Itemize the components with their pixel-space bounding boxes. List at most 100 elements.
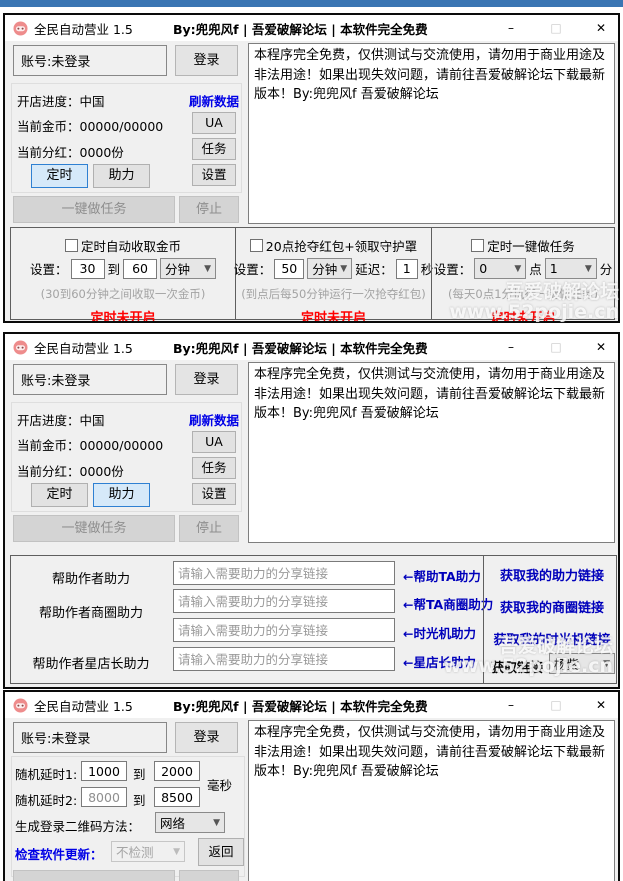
boost-link-input-2[interactable] (173, 589, 395, 613)
main-window-timer: 全民自动营业 1.5 By:兜兜风f | 吾爱破解论坛 | 本软件完全免费 – … (3, 13, 620, 323)
dividend-label: 当前分红：0000份 (17, 142, 124, 161)
settings-button[interactable]: 设置 (192, 164, 236, 186)
window-byline: By:兜兜风f | 吾爱破解论坛 | 本软件完全免费 (173, 19, 428, 38)
refresh-data-link[interactable]: 刷新数据 (189, 91, 239, 110)
tab-timer[interactable]: 定时 (31, 164, 88, 188)
coins-timer-status: 定时未开启 (11, 307, 235, 323)
minimize-icon[interactable]: – (502, 15, 520, 41)
boost-panel: 帮助作者助力 帮助作者商圈助力 帮助作者星店长助力 ←帮助TA助力 ←帮TA商圈… (10, 555, 617, 684)
onekey-timer-checkbox[interactable] (471, 239, 484, 252)
coins-from-input[interactable] (71, 259, 105, 279)
delay2-from-input[interactable] (81, 787, 127, 807)
ua-button[interactable]: UA (192, 431, 236, 453)
dividend-label: 当前分红：0000份 (17, 461, 124, 480)
boost-row-label: 帮助作者星店长助力 (11, 653, 171, 672)
stop-button[interactable]: 停止 (179, 196, 239, 223)
screenshot-canvas: 全民自动营业 1.5 By:兜兜风f | 吾爱破解论坛 | 本软件完全免费 – … (0, 0, 623, 881)
redpacket-interval-input[interactable] (274, 259, 304, 279)
notice-textbox: 本程序完全免费，仅供测试与交流使用，请勿用于商业用途及非法用途！如果出现失效问题… (248, 43, 615, 224)
tab-timer[interactable]: 定时 (31, 483, 88, 507)
close-icon[interactable]: ✕ (592, 692, 610, 718)
shop-progress-label: 开店进度：中国 (17, 91, 105, 110)
onekey-task-button[interactable]: 一键做任务 (13, 196, 175, 223)
boost-link-input-3[interactable] (173, 618, 395, 642)
login-button[interactable]: 登录 (175, 45, 238, 76)
onekey-timer-hint: (每天0点1分执行一键做任务) (432, 286, 614, 302)
app-icon (13, 340, 28, 355)
main-window-boost: 全民自动营业 1.5 By:兜兜风f | 吾爱破解论坛 | 本软件完全免费 – … (3, 332, 620, 689)
account-status-box: 账号:未登录 (13, 45, 167, 76)
minimize-icon[interactable]: – (502, 692, 520, 718)
onekey-hour-select[interactable]: 0 ▼ (474, 258, 526, 279)
login-button[interactable]: 登录 (175, 364, 238, 395)
task-button[interactable]: 任务 (192, 138, 236, 160)
help-ta-circle-boost-link[interactable]: ←帮TA商圈助力 (403, 594, 493, 613)
delay1-to-input[interactable] (154, 761, 200, 781)
delay-label: 延迟： (355, 259, 393, 278)
onekey-timer-checkbox-label: 定时一键做任务 (487, 236, 575, 255)
chevron-down-icon: ▼ (514, 264, 521, 274)
time-machine-boost-link[interactable]: ←时光机助力 (403, 623, 476, 642)
login-button[interactable]: 登录 (175, 722, 238, 753)
timer-panel-redpacket: 20点抢夺红包+领取守护罩 设置： 分钟 ▼ 延迟： 秒 (到点后每50分钟运行… (235, 227, 432, 320)
close-icon[interactable]: ✕ (592, 334, 610, 360)
refresh-data-link[interactable]: 刷新数据 (189, 410, 239, 429)
maximize-icon[interactable]: □ (547, 15, 565, 41)
boost-link-input-1[interactable] (173, 561, 395, 585)
hour-label: 点 (529, 259, 542, 278)
redpacket-unit-select[interactable]: 分钟 ▼ (307, 258, 352, 279)
minimize-icon[interactable]: – (502, 334, 520, 360)
qr-method-select[interactable]: 网络 ▼ (155, 812, 225, 833)
to-label: 到 (133, 764, 146, 783)
maximize-icon[interactable]: □ (547, 692, 565, 718)
chevron-down-icon: ▼ (585, 264, 592, 274)
stop-button-clipped[interactable] (179, 870, 239, 881)
back-button[interactable]: 返回 (198, 838, 244, 866)
tab-boost[interactable]: 助力 (93, 483, 150, 507)
set-label: 设置： (30, 259, 68, 278)
timer-panels: 定时自动收取金币 设置： 到 分钟 ▼ (30到60分钟之间收取一次金币) 定时… (10, 227, 615, 320)
boost-link-input-4[interactable] (173, 647, 395, 671)
delay2-to-input[interactable] (154, 787, 200, 807)
onekey-task-button-clipped[interactable] (13, 870, 175, 881)
check-update-select[interactable]: 不检测 ▼ (111, 841, 185, 862)
chevron-down-icon: ▼ (204, 264, 211, 274)
get-link-select[interactable]: 杨紫 ▼ (549, 653, 615, 674)
window-title: 全民自动营业 1.5 (34, 19, 133, 38)
milliseconds-label: 毫秒 (207, 775, 232, 794)
ua-button[interactable]: UA (192, 112, 236, 134)
onekey-task-button[interactable]: 一键做任务 (13, 515, 175, 542)
boost-row-label: 帮助作者助力 (11, 568, 171, 587)
app-icon (13, 21, 28, 36)
chevron-down-icon: ▼ (340, 264, 347, 274)
star-manager-boost-link[interactable]: ←星店长助力 (403, 652, 476, 671)
random-delay2-label: 随机延时2: (15, 790, 77, 809)
onekey-minute-select[interactable]: 1 ▼ (545, 258, 597, 279)
stop-button[interactable]: 停止 (179, 515, 239, 542)
get-my-boost-link[interactable]: 获取我的助力链接 (489, 565, 615, 584)
redpacket-timer-checkbox[interactable] (250, 239, 263, 252)
qr-method-label: 生成登录二维码方法： (15, 816, 140, 835)
help-ta-boost-link[interactable]: ←帮助TA助力 (403, 566, 481, 585)
app-icon (13, 698, 28, 713)
coins-unit-select[interactable]: 分钟 ▼ (160, 258, 216, 279)
task-button[interactable]: 任务 (192, 457, 236, 479)
coins-timer-checkbox[interactable] (65, 239, 78, 252)
coins-to-input[interactable] (123, 259, 157, 279)
coins-label: 当前金币：00000/00000 (17, 435, 163, 454)
to-label: 到 (133, 790, 146, 809)
boost-row-label: 帮助作者商圈助力 (11, 602, 171, 621)
minute-label: 分 (600, 259, 613, 278)
coins-label: 当前金币：00000/00000 (17, 116, 163, 135)
close-icon[interactable]: ✕ (592, 15, 610, 41)
window-byline: By:兜兜风f | 吾爱破解论坛 | 本软件完全免费 (173, 696, 428, 715)
redpacket-timer-hint: (到点后每50分钟运行一次抢夺红包) (236, 286, 431, 302)
redpacket-delay-input[interactable] (396, 259, 418, 279)
tab-boost[interactable]: 助力 (93, 164, 150, 188)
chevron-down-icon: ▼ (603, 659, 610, 669)
delay1-from-input[interactable] (81, 761, 127, 781)
settings-button[interactable]: 设置 (192, 483, 236, 505)
get-my-circle-link[interactable]: 获取我的商圈链接 (489, 597, 615, 616)
get-my-time-machine-link[interactable]: 获取我的时光机链接 (489, 629, 615, 648)
maximize-icon[interactable]: □ (547, 334, 565, 360)
